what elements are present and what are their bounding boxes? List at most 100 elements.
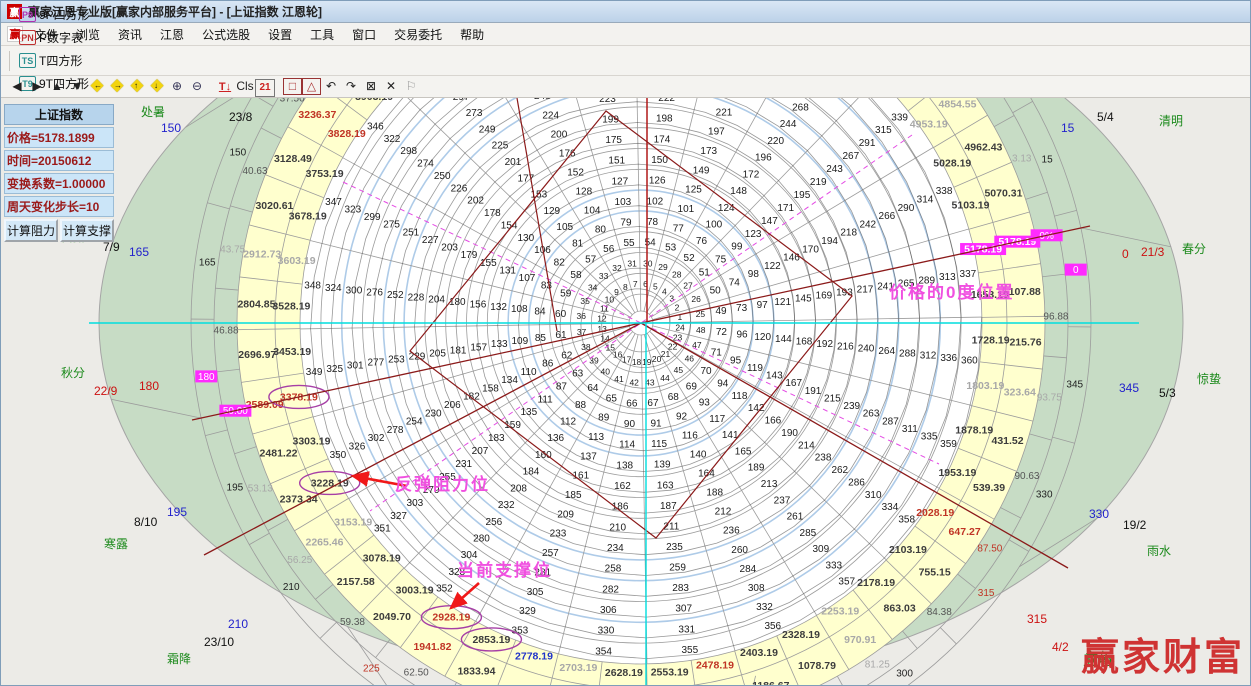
svg-text:233: 233	[550, 529, 567, 540]
svg-text:2253.19: 2253.19	[821, 605, 859, 617]
solar-term-150: 处暑	[141, 103, 165, 120]
svg-text:92: 92	[676, 411, 688, 422]
svg-text:2265.46: 2265.46	[305, 537, 343, 549]
svg-text:261: 261	[787, 512, 804, 523]
svg-text:50: 50	[710, 286, 722, 297]
svg-text:314: 314	[917, 195, 934, 206]
menu-7[interactable]: 窗口	[343, 25, 385, 45]
svg-text:95: 95	[730, 355, 742, 366]
svg-text:192: 192	[816, 339, 833, 350]
info-row-1: 时间=20150612	[4, 150, 114, 171]
svg-text:18: 18	[632, 357, 642, 367]
toolbar-TS[interactable]: TST四方形	[14, 49, 95, 72]
svg-text:2373.34: 2373.34	[280, 493, 318, 505]
calc-resistance-button[interactable]: 计算阻力	[4, 219, 58, 242]
svg-text:165: 165	[199, 258, 216, 269]
gann-wheel-svg: 1234567891011121314151617181920212223242…	[1, 98, 1251, 685]
rotate-ccw-icon[interactable]: ↶	[321, 77, 341, 95]
svg-text:4: 4	[662, 286, 667, 296]
svg-text:300: 300	[896, 668, 913, 679]
menu-3[interactable]: 江恩	[151, 25, 193, 45]
gann-wheel-chart-area[interactable]: 1234567891011121314151617181920212223242…	[1, 98, 1251, 685]
svg-text:171: 171	[777, 203, 794, 214]
svg-text:277: 277	[368, 358, 385, 369]
prev-icon[interactable]: ◀	[7, 77, 27, 95]
menu-5[interactable]: 设置	[259, 25, 301, 45]
svg-text:37.50: 37.50	[280, 98, 305, 105]
svg-text:3.13: 3.13	[1012, 153, 1032, 164]
down-icon[interactable]: ▼	[67, 77, 87, 95]
svg-text:84.38: 84.38	[927, 607, 952, 618]
up-icon[interactable]: ▲	[47, 77, 67, 95]
svg-text:96.88: 96.88	[1043, 312, 1068, 323]
svg-text:248: 248	[534, 98, 551, 102]
svg-text:155: 155	[480, 258, 497, 269]
svg-text:202: 202	[467, 196, 484, 207]
pan-down-icon[interactable]: ◆↓	[147, 76, 167, 94]
t-updown-icon[interactable]: T↓	[215, 78, 235, 96]
svg-text:110: 110	[521, 367, 537, 378]
toolbar-PN[interactable]: PNP数字表	[14, 26, 95, 49]
svg-text:89: 89	[598, 413, 610, 424]
svg-text:308: 308	[748, 583, 765, 594]
svg-text:180: 180	[198, 372, 215, 383]
svg-text:199: 199	[602, 115, 619, 126]
zoom-in-icon[interactable]: ⊕	[167, 77, 187, 95]
svg-text:222: 222	[658, 98, 675, 104]
cls-button[interactable]: Cls	[235, 77, 255, 95]
svg-text:40.63: 40.63	[242, 166, 267, 177]
menu-9[interactable]: 帮助	[451, 25, 493, 45]
svg-text:169: 169	[816, 291, 833, 302]
svg-text:358: 358	[898, 515, 915, 526]
zoom-out-icon[interactable]: ⊖	[187, 77, 207, 95]
square-tool-icon[interactable]: □	[283, 78, 302, 95]
info-row-3: 周天变化步长=10	[4, 196, 114, 217]
solar-term-195: 寒露	[104, 535, 128, 552]
pan-right-icon[interactable]: ◆→	[107, 76, 127, 94]
svg-text:65: 65	[606, 393, 618, 404]
svg-text:123: 123	[745, 229, 762, 240]
svg-text:3003.19: 3003.19	[396, 584, 434, 596]
svg-text:252: 252	[387, 290, 404, 301]
svg-text:32: 32	[612, 263, 622, 273]
svg-text:254: 254	[406, 417, 423, 428]
svg-text:334: 334	[882, 502, 899, 513]
svg-text:315: 315	[875, 125, 892, 136]
triangle-tool-icon[interactable]: △	[302, 78, 321, 95]
menu-6[interactable]: 工具	[301, 25, 343, 45]
svg-text:354: 354	[595, 646, 612, 657]
menu-4[interactable]: 公式选股	[193, 25, 259, 45]
pan-up-icon[interactable]: ◆↑	[127, 76, 147, 94]
svg-text:242: 242	[859, 219, 876, 230]
svg-text:330: 330	[598, 626, 615, 637]
rotate-cw-icon[interactable]: ↷	[341, 77, 361, 95]
menu-2[interactable]: 资讯	[109, 25, 151, 45]
rim-degree-165: 165	[129, 245, 149, 259]
svg-text:301: 301	[347, 361, 364, 372]
toolbar-P9[interactable]: P99P四方形	[14, 3, 95, 26]
menu-8[interactable]: 交易委托	[385, 25, 451, 45]
calc-support-button[interactable]: 计算支撑	[60, 219, 114, 242]
svg-text:178: 178	[484, 208, 501, 219]
svg-text:99: 99	[731, 242, 743, 253]
svg-text:63: 63	[572, 368, 584, 379]
flag-icon[interactable]: ⚐	[401, 77, 421, 95]
svg-text:1726.06: 1726.06	[504, 684, 542, 685]
svg-text:263: 263	[863, 409, 880, 420]
pan-left-icon[interactable]: ◆←	[87, 76, 107, 94]
box-x-icon[interactable]: ⊠	[361, 77, 381, 95]
svg-text:143: 143	[766, 371, 783, 382]
svg-text:45: 45	[674, 365, 684, 375]
svg-text:125: 125	[685, 185, 702, 196]
svg-text:46: 46	[685, 354, 695, 364]
svg-text:218: 218	[840, 228, 857, 239]
svg-text:30: 30	[643, 258, 653, 268]
svg-text:166: 166	[765, 416, 782, 427]
svg-text:81.25: 81.25	[865, 660, 890, 671]
collapse-icon[interactable]: ✕	[381, 77, 401, 95]
next-icon[interactable]: ▶	[27, 77, 47, 95]
calendar-icon[interactable]: 21	[255, 79, 275, 97]
svg-text:114: 114	[619, 440, 635, 451]
rim-date-180: 22/9	[94, 384, 117, 398]
svg-text:236: 236	[723, 526, 740, 537]
